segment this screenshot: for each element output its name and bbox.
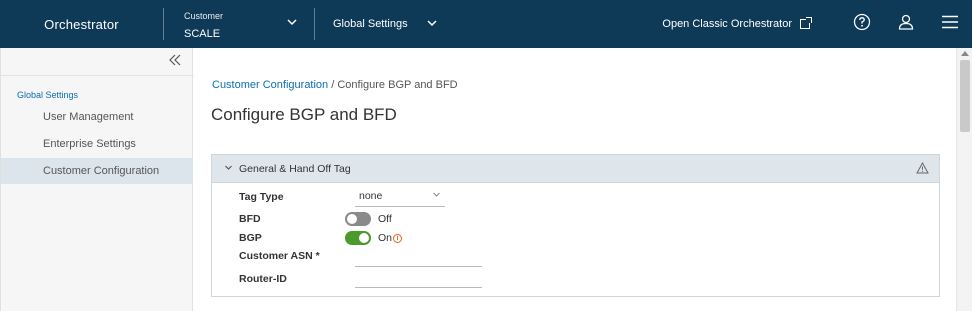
sidebar-item-enterprise-settings[interactable]: Enterprise Settings <box>1 131 193 157</box>
customer-value: SCALE <box>184 28 221 40</box>
user-button[interactable] <box>884 0 928 48</box>
help-icon <box>853 13 871 36</box>
bfd-state: Off <box>378 213 392 225</box>
help-button[interactable] <box>840 0 884 48</box>
general-hand-off-tag-panel: General & Hand Off Tag Tag Type none BFD… <box>211 154 940 297</box>
bgp-state-wrapper: On i <box>378 232 403 244</box>
page-title: Configure BGP and BFD <box>211 105 397 124</box>
global-settings-label: Global Settings <box>333 18 408 30</box>
chevron-down-icon <box>286 15 298 31</box>
user-icon <box>897 13 915 36</box>
panel-header[interactable]: General & Hand Off Tag <box>212 155 939 183</box>
top-navbar: Orchestrator Customer SCALE Global Setti… <box>0 0 972 48</box>
external-link-icon <box>800 17 812 29</box>
customer-selector[interactable]: Customer SCALE <box>164 0 314 48</box>
global-settings-menu[interactable]: Global Settings <box>315 0 438 48</box>
breadcrumb-customer-configuration[interactable]: Customer Configuration <box>212 79 328 91</box>
breadcrumb-separator: / <box>331 79 335 91</box>
classic-link-label: Open Classic Orchestrator <box>662 18 792 30</box>
menu-button[interactable] <box>928 0 972 48</box>
info-icon[interactable]: i <box>393 233 403 243</box>
scrollbar-thumb[interactable] <box>960 60 970 132</box>
sidebar: Global Settings User Management Enterpri… <box>0 48 194 311</box>
sidebar-section-title: Global Settings <box>17 90 79 100</box>
tag-type-select[interactable]: none <box>355 190 445 207</box>
app-title[interactable]: Orchestrator <box>0 17 163 32</box>
bfd-label: BFD <box>239 213 261 225</box>
sidebar-item-customer-configuration[interactable]: Customer Configuration <box>1 158 193 184</box>
breadcrumb-current: Configure BGP and BFD <box>337 79 458 91</box>
chevron-down-icon <box>224 163 233 174</box>
router-id-label: Router-ID <box>239 273 287 285</box>
toggle-knob <box>359 233 369 243</box>
tag-type-value: none <box>359 190 383 202</box>
customer-asn-input[interactable] <box>355 251 482 267</box>
tag-type-label: Tag Type <box>239 191 284 203</box>
scroll-up-arrow-icon[interactable] <box>961 51 969 56</box>
bfd-toggle[interactable] <box>345 212 371 226</box>
router-id-input[interactable] <box>355 272 482 288</box>
bgp-toggle[interactable] <box>345 231 371 245</box>
warning-icon <box>916 161 929 177</box>
hamburger-menu-icon <box>941 15 959 34</box>
toggle-knob <box>347 214 357 224</box>
bgp-state: On <box>378 232 393 244</box>
breadcrumb: Customer Configuration / Configure BGP a… <box>212 79 458 91</box>
chevron-down-icon <box>426 16 438 32</box>
sidebar-item-user-management[interactable]: User Management <box>1 104 193 130</box>
main-content: Customer Configuration / Configure BGP a… <box>194 48 956 311</box>
panel-title: General & Hand Off Tag <box>239 162 351 175</box>
chevron-down-icon <box>432 190 441 202</box>
customer-asn-label: Customer ASN * <box>239 250 320 262</box>
page-scrollbar[interactable] <box>956 48 972 311</box>
open-classic-orchestrator-link[interactable]: Open Classic Orchestrator <box>662 17 812 30</box>
bgp-label: BGP <box>239 232 262 244</box>
sidebar-divider <box>1 75 194 76</box>
collapse-sidebar-icon[interactable] <box>168 51 182 72</box>
customer-label: Customer <box>184 11 224 21</box>
